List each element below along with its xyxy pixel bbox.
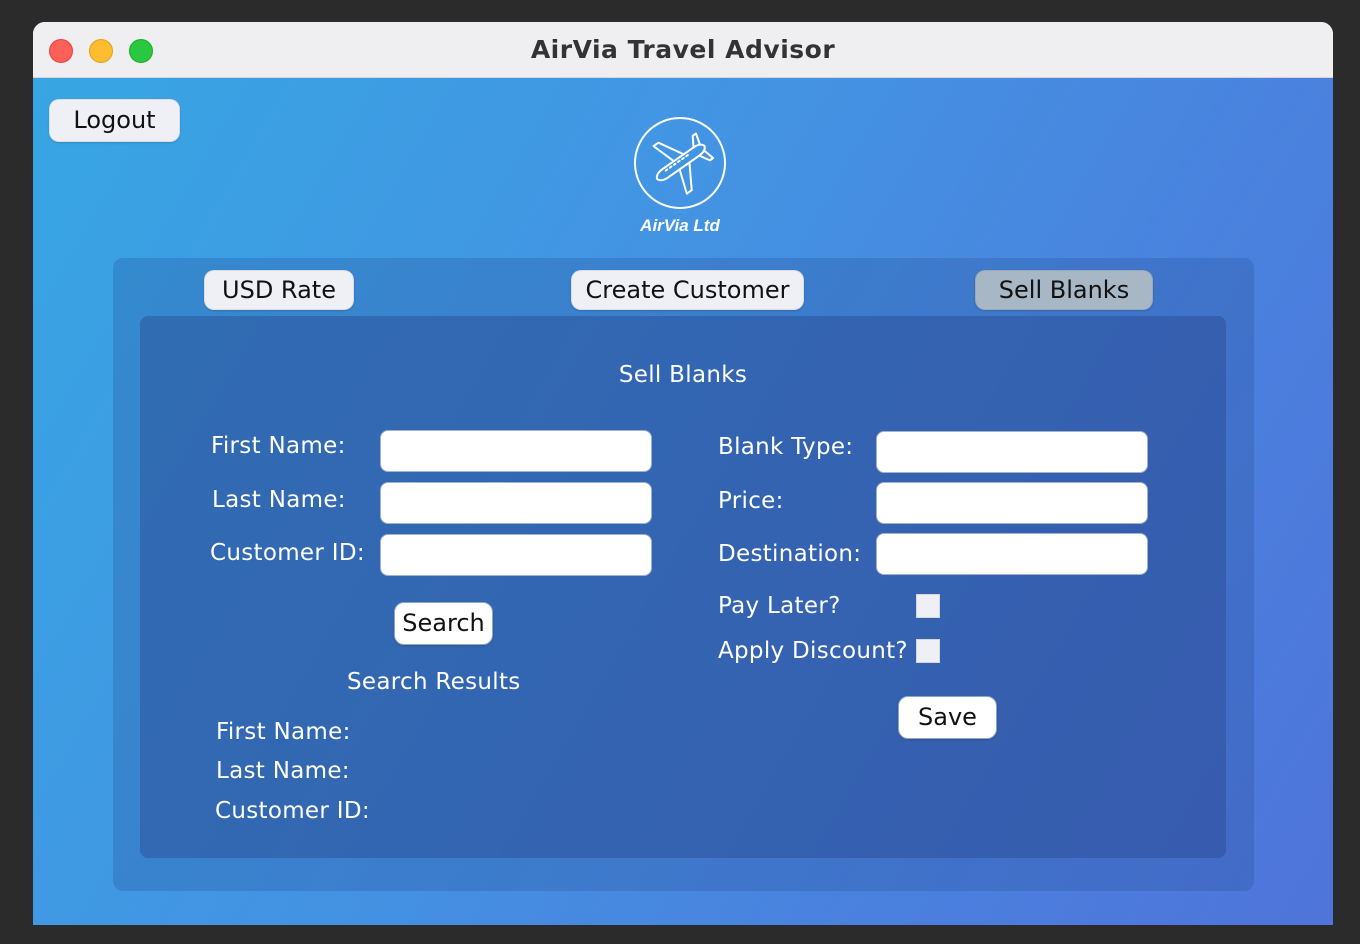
search-results-title: Search Results (347, 669, 521, 695)
search-button[interactable]: Search (394, 602, 493, 645)
sell-blanks-panel: Sell Blanks First Name: Last Name: Custo… (140, 316, 1226, 858)
result-first-name-label: First Name: (216, 719, 351, 745)
result-last-name-label: Last Name: (216, 758, 350, 784)
last-name-input[interactable] (380, 482, 652, 524)
apply-discount-checkbox[interactable] (916, 639, 940, 663)
company-logo: AirVia Ltd (630, 116, 730, 246)
logout-button[interactable]: Logout (49, 99, 180, 142)
tab-container: USD Rate Create Customer Sell Blanks Sel… (113, 258, 1254, 891)
panel-title: Sell Blanks (618, 362, 748, 388)
apply-discount-label: Apply Discount? (718, 638, 908, 664)
first-name-input[interactable] (380, 430, 652, 472)
title-bar: AirVia Travel Advisor (33, 22, 1333, 78)
blank-type-label: Blank Type: (718, 434, 854, 460)
save-button[interactable]: Save (898, 696, 997, 739)
tab-create-customer[interactable]: Create Customer (571, 270, 804, 310)
pay-later-checkbox[interactable] (916, 594, 940, 618)
last-name-label: Last Name: (212, 487, 346, 513)
pay-later-label: Pay Later? (718, 593, 841, 619)
tab-sell-blanks[interactable]: Sell Blanks (975, 270, 1153, 310)
window-title: AirVia Travel Advisor (530, 35, 836, 64)
customer-id-label: Customer ID: (210, 540, 365, 566)
blank-type-input[interactable] (876, 431, 1148, 473)
main-content: Logout AirVia Ltd USD Rate Create Custom… (33, 78, 1333, 925)
logo-text: AirVia Ltd (640, 216, 720, 235)
price-input[interactable] (876, 482, 1148, 524)
destination-label: Destination: (718, 541, 862, 567)
airplane-circle-icon (634, 117, 726, 209)
app-window: AirVia Travel Advisor Logout AirVia Ltd … (33, 22, 1333, 925)
destination-input[interactable] (876, 533, 1148, 575)
price-label: Price: (718, 488, 784, 514)
result-customer-id-label: Customer ID: (215, 798, 370, 824)
tab-usd-rate[interactable]: USD Rate (204, 270, 354, 310)
first-name-label: First Name: (211, 433, 346, 459)
customer-id-input[interactable] (380, 534, 652, 576)
